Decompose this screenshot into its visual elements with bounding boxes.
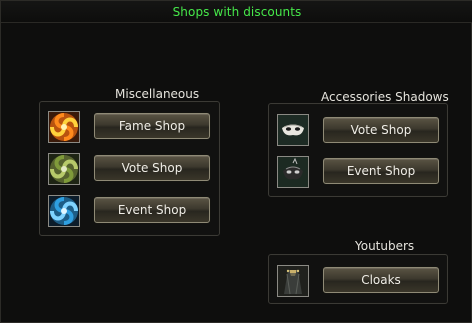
- accessories-event-shop-button[interactable]: Event Shop: [323, 158, 439, 184]
- shops-window: Shops with discounts Miscellaneous Fame …: [0, 0, 472, 323]
- dark-mask-icon[interactable]: [277, 156, 309, 188]
- accessories-vote-shop-button[interactable]: Vote Shop: [323, 117, 439, 143]
- window-titlebar[interactable]: Shops with discounts: [1, 1, 472, 23]
- misc-event-shop-button[interactable]: Event Shop: [94, 197, 210, 223]
- green-swirl-icon[interactable]: [48, 153, 80, 185]
- youtubers-cloaks-button[interactable]: Cloaks: [323, 267, 439, 293]
- misc-vote-shop-button[interactable]: Vote Shop: [94, 155, 210, 181]
- cloak-icon[interactable]: [277, 265, 309, 297]
- youtubers-group-title: Youtubers: [355, 239, 415, 253]
- blue-swirl-icon[interactable]: [48, 195, 80, 227]
- white-mask-icon[interactable]: [277, 114, 309, 146]
- misc-group-title: Miscellaneous: [115, 87, 200, 101]
- accessories-group-title: Accessories Shadows: [321, 90, 449, 104]
- window-title: Shops with discounts: [172, 5, 302, 19]
- misc-fame-shop-button[interactable]: Fame Shop: [94, 113, 210, 139]
- orange-swirl-icon[interactable]: [48, 111, 80, 143]
